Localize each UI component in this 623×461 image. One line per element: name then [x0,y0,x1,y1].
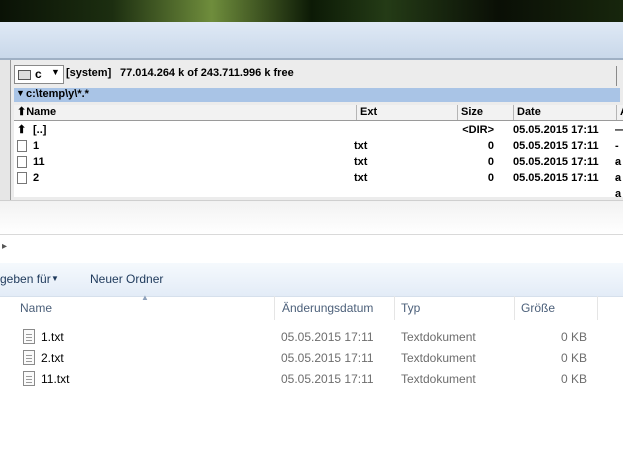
current-path: c:\temp\y\*.* [26,88,89,100]
drive-letter: c [35,67,42,81]
drive-select[interactable]: c ▼ [14,65,64,84]
file-name: 2.txt [41,351,64,365]
tc-column-header: ⬆Name Ext Size Date A [14,105,623,121]
column-header-date[interactable]: Änderungsdatum [282,301,373,321]
file-name: 2 [33,172,40,184]
column-label: Date [517,106,541,118]
column-header-ext[interactable]: Ext [357,105,458,120]
file-attr: -a [615,172,622,200]
file-type: Textdokument [401,372,476,386]
file-icon [17,156,27,168]
file-date: 05.05.2015 17:11 [281,330,374,344]
chevron-right-icon[interactable]: ▸ [2,241,7,252]
explorer-column-header: ▲ Name Änderungsdatum Typ Größe [0,293,623,321]
file-type: Textdokument [401,351,476,365]
drive-bar: c ▼ [system] 77.014.264 k of 243.711.996… [0,60,623,87]
file-date: 05.05.2015 17:11 [281,372,374,386]
file-size: <DIR> [462,124,494,136]
toolbar-separator [616,66,617,86]
drive-label: [system] [66,67,112,79]
window-shadow-band [0,200,623,234]
drive-icon [18,70,31,80]
file-row-parent[interactable]: ⬆ [..] <DIR> 05.05.2015 17:11 — [14,122,623,138]
file-row[interactable]: 2 txt 0 05.05.2015 17:11 -a [14,170,623,200]
column-header-date[interactable]: Date [514,105,617,120]
tc-file-list: ⬆ [..] <DIR> 05.05.2015 17:11 — 1 txt 0 … [14,121,623,200]
explorer-file-row[interactable]: 2.txt 05.05.2015 17:11 Textdokument 0 KB [0,348,623,369]
path-bar[interactable]: ▼ c:\temp\y\*.* [14,88,620,102]
chevron-down-icon: ▼ [51,67,60,77]
sort-ascending-icon: ▲ [141,293,149,302]
new-folder-button[interactable]: Neuer Ordner [90,272,163,286]
file-icon [17,140,27,152]
file-ext: txt [354,140,368,152]
chevron-down-icon[interactable]: ▼ [51,274,59,283]
column-divider[interactable] [597,296,598,320]
file-date: 05.05.2015 17:11 [513,156,599,168]
file-size: 0 [487,172,494,184]
column-label: Name [26,106,57,118]
file-row[interactable]: 1 txt 0 05.05.2015 17:11 -a [14,138,623,168]
file-attr: — [615,122,623,138]
text-file-icon [23,371,35,386]
file-date: 05.05.2015 17:11 [281,351,374,365]
text-file-icon [23,350,35,365]
file-name: 11 [33,156,45,168]
file-row[interactable]: 11 txt 0 05.05.2015 17:11 -a [14,154,623,184]
column-header-attr[interactable]: A [617,105,623,120]
explorer-file-row[interactable]: 11.txt 05.05.2015 17:11 Textdokument 0 K… [0,369,623,390]
column-header-size[interactable]: Size [458,105,514,120]
column-label: Size [461,106,484,118]
share-button[interactable]: geben für [0,272,51,286]
file-size: 0 KB [560,372,587,386]
column-divider[interactable] [514,296,515,320]
up-arrow-icon: ⬆ [17,124,27,136]
column-label: Ext [360,106,378,118]
explorer-file-row[interactable]: 1.txt 05.05.2015 17:11 Textdokument 0 KB [0,327,623,348]
column-divider[interactable] [394,296,395,320]
column-divider[interactable] [274,296,275,320]
file-size: 0 [487,140,494,152]
total-commander-panel: c ▼ [system] 77.014.264 k of 243.711.996… [0,60,623,200]
file-size: 0 KB [560,351,587,365]
column-header-name[interactable]: Name [20,301,52,321]
file-name: [..] [33,124,47,136]
free-space-text: 77.014.264 k of 243.711.996 k free [120,67,294,79]
history-dropdown-icon[interactable]: ▼ [16,88,25,98]
file-date: 05.05.2015 17:11 [513,124,599,136]
file-size: 0 KB [560,330,587,344]
file-name: 1.txt [41,330,64,344]
file-ext: txt [354,156,368,168]
file-ext: txt [354,172,368,184]
file-size: 0 [487,156,494,168]
desktop-wallpaper-strip [0,0,623,22]
column-header-size[interactable]: Größe [521,301,555,321]
sort-up-icon: ⬆ [17,106,27,118]
explorer-toolbar: geben für ▼ Neuer Ordner [0,263,623,297]
file-type: Textdokument [401,330,476,344]
column-header-name[interactable]: ⬆Name [14,105,357,120]
address-bar[interactable]: ▸ [0,234,623,264]
text-file-icon [23,329,35,344]
file-date: 05.05.2015 17:11 [513,172,599,184]
file-icon [17,172,27,184]
file-name: 1 [33,140,40,152]
window-title-bar [0,22,623,59]
column-header-type[interactable]: Typ [401,301,420,321]
file-name: 11.txt [41,372,70,386]
file-date: 05.05.2015 17:11 [513,140,599,152]
